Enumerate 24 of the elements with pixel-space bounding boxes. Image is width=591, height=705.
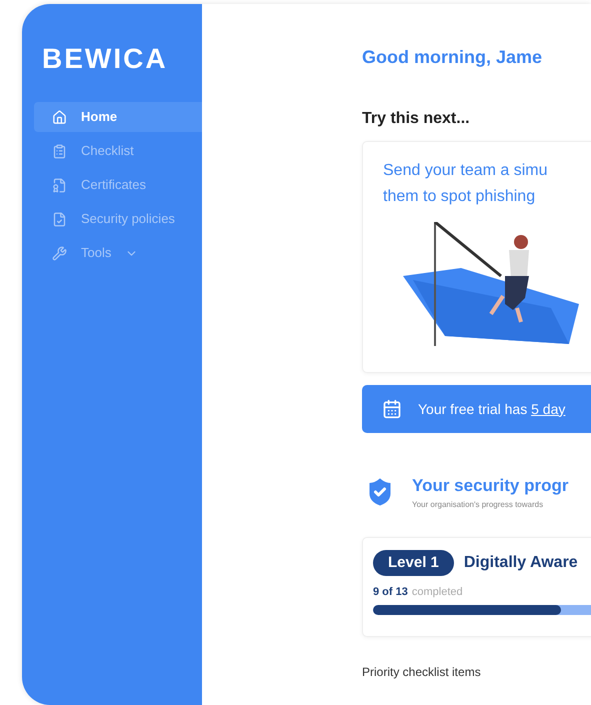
sidebar-item[interactable]: Checklist: [34, 136, 202, 166]
greeting: Good morning, Jame: [362, 46, 542, 69]
logo: BEWICA: [41, 42, 168, 76]
level-badge: Level 1: [373, 550, 454, 576]
document-icon: [52, 212, 67, 226]
progress-subtitle: Your organisation's progress towards: [412, 498, 544, 510]
trial-link[interactable]: 5 day: [531, 400, 566, 416]
progress-title: Your security progr: [412, 475, 568, 497]
sidebar-item[interactable]: Home: [34, 102, 202, 132]
priority-heading: Priority checklist items: [362, 664, 481, 680]
completed-count: 9 of 13: [373, 585, 408, 600]
sidebar-item[interactable]: Certificates: [34, 170, 202, 200]
level-name: Digitally Aware: [464, 552, 578, 573]
trial-text: Your free trial has 5 day: [418, 400, 566, 419]
sidebar-item[interactable]: Tools: [34, 238, 202, 268]
section-heading: Try this next...: [362, 109, 470, 129]
completed-label: completed: [412, 585, 463, 600]
clipboard-icon: [52, 144, 67, 158]
home-icon: [52, 110, 67, 124]
sidebar-item[interactable]: Security policies: [34, 204, 202, 234]
suggestion-text: Send your team a simu them to spot phishing: [383, 161, 549, 207]
calendar-icon: [382, 399, 402, 419]
wrench-icon: [52, 246, 67, 260]
document-icon: [52, 178, 67, 192]
